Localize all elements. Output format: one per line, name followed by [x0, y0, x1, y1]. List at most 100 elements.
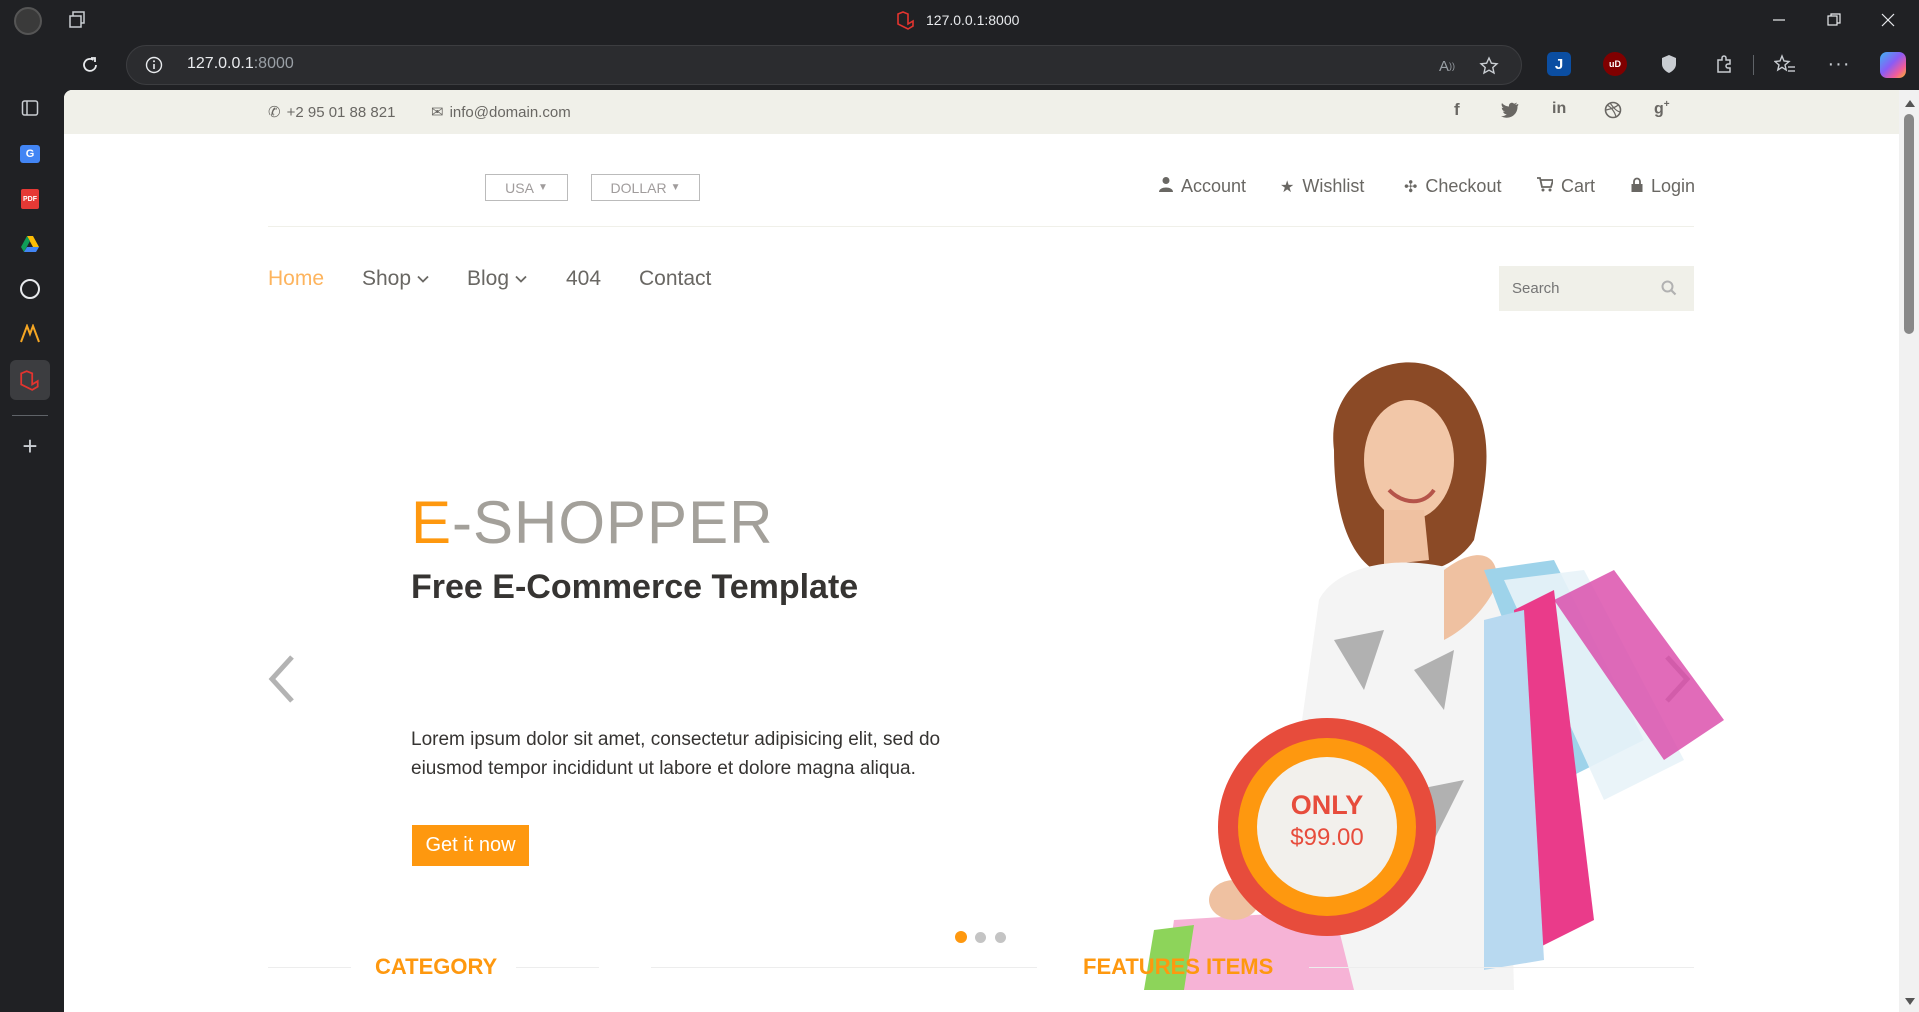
wishlist-link[interactable]: ★ Wishlist: [1280, 176, 1364, 197]
nav-home[interactable]: Home: [268, 267, 324, 291]
minimize-icon[interactable]: [1764, 8, 1794, 32]
nav-blog[interactable]: Blog: [467, 267, 527, 291]
slider-dot-3[interactable]: [995, 932, 1006, 943]
brand-rest: -SHOPPER: [452, 489, 774, 556]
linkedin-icon[interactable]: in: [1552, 100, 1566, 118]
page-scrollbar[interactable]: [1899, 90, 1919, 1012]
slider-text-line1: Lorem ipsum dolor sit amet, consectetur …: [411, 729, 941, 750]
category-line-left: [268, 967, 351, 968]
checkout-link[interactable]: ✣ Checkout: [1404, 176, 1501, 197]
cart-label: Cart: [1561, 176, 1596, 196]
browser-titlebar: 127.0.0.1:8000: [0, 0, 1919, 40]
shopping-cart-icon: [1537, 176, 1555, 197]
close-icon[interactable]: [1873, 8, 1903, 32]
category-title: CATEGORY: [375, 954, 498, 979]
email-info[interactable]: ✉ info@domain.com: [431, 103, 571, 122]
restore-icon[interactable]: [1819, 8, 1849, 32]
nav-shop[interactable]: Shop: [362, 267, 429, 291]
login-link[interactable]: Login: [1631, 176, 1695, 197]
phone-icon: ✆: [268, 104, 281, 121]
nav-shop-label: Shop: [362, 267, 412, 290]
url-port: :8000: [253, 55, 294, 72]
scroll-up-icon[interactable]: [1905, 100, 1915, 107]
nav-404[interactable]: 404: [566, 267, 601, 291]
star-icon[interactable]: [1477, 54, 1501, 78]
features-line-left: [651, 967, 1037, 968]
google-drive-icon[interactable]: [14, 228, 46, 260]
puzzle-icon[interactable]: [1712, 52, 1736, 76]
extension-j-icon[interactable]: J: [1547, 52, 1571, 76]
phone-text: +2 95 01 88 821: [286, 103, 396, 121]
lock-icon: [1631, 177, 1643, 197]
caret-down-icon: ▼: [537, 182, 548, 193]
country-value: USA: [505, 179, 534, 196]
info-icon[interactable]: [144, 55, 164, 75]
active-tab[interactable]: 127.0.0.1:8000: [896, 10, 1019, 30]
caret-down-icon: ▼: [670, 182, 681, 193]
translate-icon[interactable]: G: [14, 138, 46, 170]
aws-icon[interactable]: [14, 318, 46, 350]
read-aloud-icon[interactable]: A)): [1435, 54, 1459, 78]
twitter-icon[interactable]: [1501, 102, 1519, 123]
sidebar-divider: [12, 415, 48, 416]
slider-text-line2: eiusmod tempor incididunt ut labore et d…: [411, 758, 916, 779]
ublock-icon[interactable]: uD: [1603, 52, 1627, 76]
laravel-icon: [897, 11, 914, 30]
address-bar[interactable]: 127.0.0.1:8000 A)): [126, 45, 1522, 85]
checkout-label: Checkout: [1425, 176, 1502, 196]
envelope-icon: ✉: [431, 104, 444, 121]
slider-dot-1[interactable]: [955, 931, 967, 943]
slider-title: Free E-Commerce Template: [411, 568, 859, 606]
contact-bar: ✆ +2 95 01 88 821 ✉ info@domain.com f in…: [64, 90, 1899, 134]
tab-actions-icon[interactable]: [14, 92, 46, 124]
nav-contact[interactable]: Contact: [639, 267, 711, 291]
toolbar-divider: [1753, 55, 1754, 75]
email-text: info@domain.com: [449, 103, 571, 121]
currency-value: DOLLAR: [610, 179, 667, 196]
facebook-icon[interactable]: f: [1454, 100, 1460, 120]
search-icon[interactable]: [1661, 280, 1677, 301]
slider-dot-2[interactable]: [975, 932, 986, 943]
reload-icon[interactable]: [75, 50, 105, 80]
badge-only-text: ONLY: [1290, 790, 1364, 820]
crosshairs-icon: ✣: [1404, 178, 1418, 196]
workspaces-icon[interactable]: [66, 9, 88, 31]
brand-logo: E-SHOPPER: [411, 488, 773, 557]
search-input[interactable]: [1499, 266, 1659, 311]
country-select[interactable]: USA ▼: [485, 174, 568, 201]
nav-blog-label: Blog: [467, 267, 510, 290]
badge-price-text: $99.00: [1290, 824, 1364, 851]
phone-info: ✆ +2 95 01 88 821: [268, 103, 396, 122]
google-plus-icon[interactable]: g+: [1654, 99, 1670, 118]
copilot-icon[interactable]: [1880, 52, 1906, 78]
search-box: [1499, 266, 1694, 311]
shield-extension-icon[interactable]: [1657, 52, 1681, 76]
wishlist-label: Wishlist: [1302, 176, 1365, 196]
chatgpt-icon[interactable]: [14, 273, 46, 305]
more-icon[interactable]: ···: [1827, 52, 1851, 76]
slider-prev-button[interactable]: [267, 650, 297, 714]
user-icon: [1159, 176, 1173, 197]
chevron-down-icon: [515, 275, 527, 283]
laravel-tab-icon[interactable]: [10, 360, 50, 400]
category-line-right: [516, 967, 599, 968]
currency-select[interactable]: DOLLAR ▼: [591, 174, 700, 201]
pdf-icon[interactable]: PDF: [14, 183, 46, 215]
account-link[interactable]: Account: [1159, 176, 1246, 197]
get-it-now-button[interactable]: Get it now: [412, 825, 529, 866]
favorites-icon[interactable]: [1773, 52, 1797, 76]
scroll-thumb[interactable]: [1904, 114, 1914, 334]
tab-title: 127.0.0.1:8000: [926, 12, 1020, 28]
price-badge: ONLY $99.00: [1218, 718, 1436, 936]
profile-avatar[interactable]: [14, 7, 42, 35]
account-label: Account: [1181, 176, 1247, 196]
dribbble-icon[interactable]: [1604, 101, 1622, 124]
login-label: Login: [1651, 176, 1696, 196]
add-icon[interactable]: +: [14, 430, 46, 462]
scroll-down-icon[interactable]: [1905, 998, 1915, 1005]
cart-link[interactable]: Cart: [1537, 176, 1595, 197]
browser-sidebar: G PDF +: [0, 40, 64, 1012]
features-title: FEATURES ITEMS: [1083, 954, 1274, 979]
header-divider: [268, 226, 1694, 227]
page-viewport: ✆ +2 95 01 88 821 ✉ info@domain.com f in…: [64, 90, 1899, 1012]
